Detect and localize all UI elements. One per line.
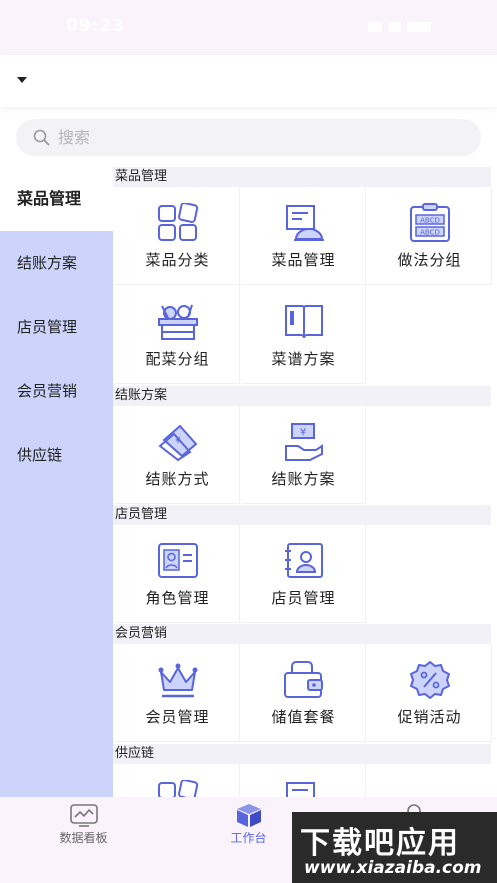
payment-card-icon: ¥ — [158, 424, 198, 462]
search-icon — [33, 129, 50, 146]
discount-badge-icon — [410, 661, 450, 699]
abcd-clipboard-icon: ABCD ABCD — [410, 203, 450, 242]
section-header: 结账方案 — [113, 386, 491, 406]
open-book-icon — [285, 305, 323, 339]
document-icon — [286, 782, 315, 797]
sidebar-item-membership[interactable]: 会员营销 — [0, 359, 113, 423]
sidebar-item-supply-chain[interactable]: 供应链 — [0, 423, 113, 487]
chart-board-icon — [70, 804, 98, 827]
grid-item[interactable]: 菜品分类 — [115, 187, 240, 285]
sidebar-item-staff[interactable]: 店员管理 — [0, 295, 113, 359]
grid-item-label: 配菜分组 — [145, 350, 210, 368]
watermark-logo: 下载吧应用 www.xiazaiba.com — [292, 812, 497, 883]
grid-item[interactable]: 菜谱方案 — [241, 286, 366, 384]
grid-item-label: 菜谱方案 — [271, 350, 336, 368]
category-grid-icon — [158, 203, 199, 241]
grid-item-label: 菜品分类 — [145, 251, 210, 269]
sidebar-item-dishes[interactable]: 菜品管理 — [0, 167, 113, 231]
grid-item-label: 店员管理 — [271, 589, 336, 607]
category-grid-icon — [158, 780, 199, 797]
status-time: 09:23 — [66, 16, 126, 36]
svg-text:¥: ¥ — [175, 436, 181, 446]
grid-item[interactable]: 会员管理 — [115, 644, 240, 742]
wallet-icon — [284, 661, 323, 698]
grid-item[interactable]: ¥ 结账方案 — [241, 406, 366, 504]
vegetable-basket-icon — [158, 304, 198, 340]
signal-icon — [368, 22, 382, 32]
grid-item-label: 促销活动 — [397, 708, 462, 726]
dish-document-icon — [286, 205, 324, 241]
svg-text:¥: ¥ — [300, 427, 306, 438]
sidebar-item-checkout[interactable]: 结账方案 — [0, 231, 113, 295]
cube-icon — [237, 804, 261, 827]
search-bar[interactable] — [16, 119, 481, 156]
grid-item[interactable] — [241, 764, 366, 797]
grid-item-label: 结账方式 — [145, 470, 210, 488]
tab-dashboard[interactable]: 数据看板 — [21, 797, 146, 857]
grid-item-label: 会员管理 — [145, 708, 210, 726]
svg-text:ABCD: ABCD — [420, 217, 440, 225]
grid-item-label: 结账方案 — [271, 470, 336, 488]
status-bar: 09:23 — [0, 0, 497, 55]
wifi-icon — [389, 22, 401, 32]
grid-item[interactable]: 菜品管理 — [241, 187, 366, 285]
grid-item-label: 做法分组 — [397, 251, 462, 269]
grid-item[interactable]: ABCD ABCD 做法分组 — [367, 187, 492, 285]
dropdown-caret-icon[interactable] — [17, 77, 27, 83]
section-header: 供应链 — [113, 744, 491, 764]
grid-item[interactable]: 角色管理 — [115, 525, 240, 623]
grid-item[interactable]: ¥ 结账方式 — [115, 406, 240, 504]
svg-text:ABCD: ABCD — [420, 229, 440, 237]
grid-item[interactable]: 店员管理 — [241, 525, 366, 623]
grid-item[interactable]: 促销活动 — [367, 644, 492, 742]
section-header: 菜品管理 — [113, 167, 491, 187]
tab-label: 数据看板 — [59, 831, 108, 845]
id-card-icon — [158, 543, 198, 578]
grid-item[interactable] — [115, 764, 240, 797]
watermark-title: 下载吧应用 — [300, 826, 460, 861]
category-sidebar: 菜品管理 结账方案 店员管理 会员营销 供应链 — [0, 167, 113, 797]
grid-item-label: 角色管理 — [145, 589, 210, 607]
grid-item[interactable]: 储值套餐 — [241, 644, 366, 742]
search-input[interactable] — [58, 119, 458, 156]
function-grid: 菜品管理 菜品分类 菜品管理 ABCD ABCD 做法分组 配菜分组 菜谱方案 … — [113, 167, 497, 797]
grid-item[interactable]: 配菜分组 — [115, 286, 240, 384]
grid-item-label: 储值套餐 — [271, 708, 336, 726]
top-bar — [0, 55, 497, 107]
app-screen: 09:23 菜品管理 结账方案 店员管理 会员营销 供应链 菜品管理 — [0, 0, 497, 883]
staff-profile-icon — [285, 543, 323, 578]
battery-icon — [407, 22, 431, 32]
yen-hand-icon: ¥ — [285, 423, 323, 461]
section-header: 店员管理 — [113, 505, 491, 525]
section-header: 会员营销 — [113, 624, 491, 644]
watermark-url: www.xiazaiba.com — [304, 858, 482, 878]
grid-item-label: 菜品管理 — [271, 251, 336, 269]
crown-icon — [158, 663, 198, 698]
